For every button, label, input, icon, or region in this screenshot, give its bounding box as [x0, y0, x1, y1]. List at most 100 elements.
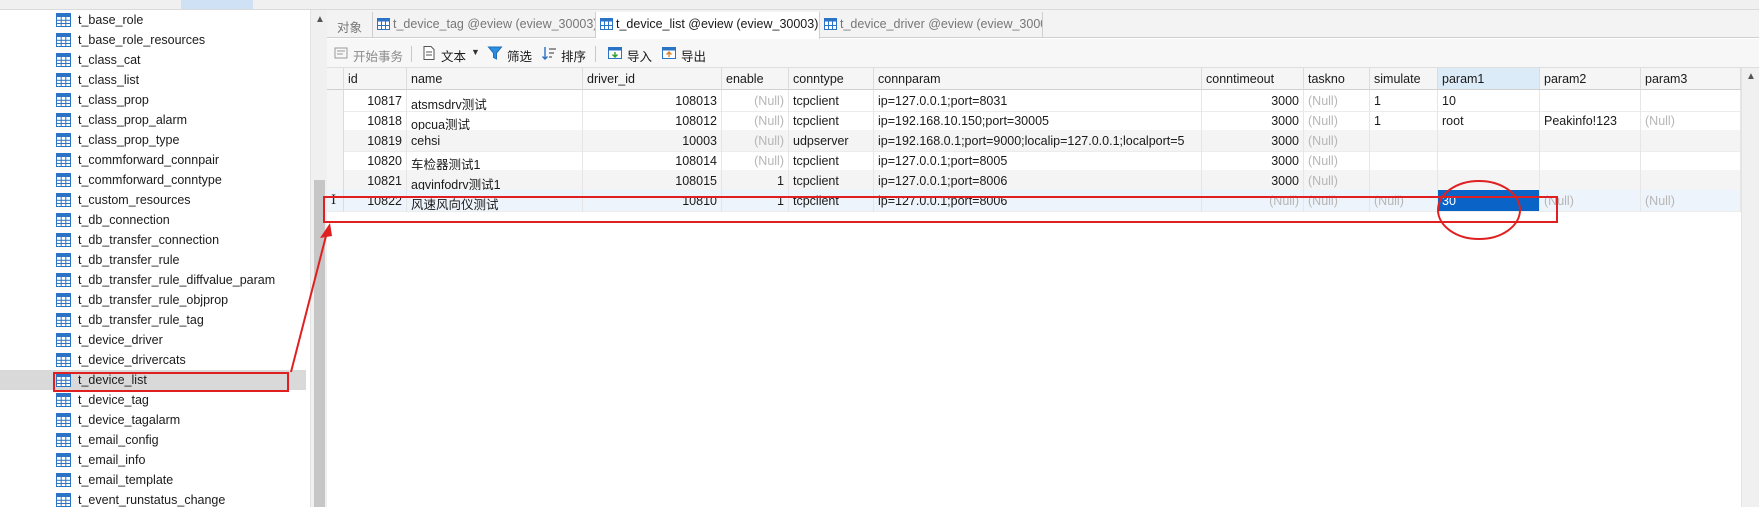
cell-enable[interactable]: 1 [722, 190, 789, 212]
row-selector[interactable] [327, 130, 344, 152]
cell-enable[interactable]: 1 [722, 170, 789, 192]
column-header-param1[interactable]: param1 [1438, 68, 1540, 90]
row-selector[interactable] [327, 150, 344, 172]
cell-conntimeout[interactable]: 3000 [1202, 110, 1304, 132]
cell-name[interactable]: agvinfodrv测试1 [407, 170, 583, 192]
sidebar-item-t-base-role[interactable]: t_base_role [0, 10, 306, 30]
sidebar-item-t-db-transfer-rule-objprop[interactable]: t_db_transfer_rule_objprop [0, 290, 306, 310]
cell-name[interactable]: 车检器测试1 [407, 150, 583, 172]
begin-transaction-button[interactable]: 开始事务 [333, 44, 403, 64]
sidebar-item-t-class-list[interactable]: t_class_list [0, 70, 306, 90]
sidebar-item-t-event-runstatus-change[interactable]: t_event_runstatus_change [0, 490, 306, 507]
sidebar-item-t-db-connection[interactable]: t_db_connection [0, 210, 306, 230]
cell-simulate[interactable]: 1 [1370, 110, 1438, 132]
cell-id[interactable]: 10819 [344, 130, 407, 152]
cell-conntimeout[interactable]: 3000 [1202, 150, 1304, 172]
row-selector[interactable] [327, 170, 344, 192]
table-row[interactable]: 10817 atsmsdrv测试 108013 (Null) tcpclient ip=1… [327, 90, 1741, 112]
cell-connparam[interactable]: ip=192.168.0.1;port=9000;localip=127.0.0… [874, 130, 1202, 152]
cell-taskno[interactable]: (Null) [1304, 110, 1370, 132]
sidebar-item-t-device-tagalarm[interactable]: t_device_tagalarm [0, 410, 306, 430]
cell-connparam[interactable]: ip=127.0.0.1;port=8006 [874, 170, 1202, 192]
cell-param1[interactable] [1438, 170, 1540, 192]
cell-taskno[interactable]: (Null) [1304, 190, 1370, 212]
column-header-taskno[interactable]: taskno [1304, 68, 1370, 90]
cell-id[interactable]: 10818 [344, 110, 407, 132]
cell-param3[interactable]: (Null) [1641, 110, 1741, 132]
column-header-param3[interactable]: param3 [1641, 68, 1741, 90]
row-selector[interactable] [327, 110, 344, 132]
sort-button[interactable]: 排序 [541, 44, 589, 64]
cell-conntype[interactable]: tcpclient [789, 190, 874, 212]
sidebar-item-t-class-prop-alarm[interactable]: t_class_prop_alarm [0, 110, 306, 130]
cell-connparam[interactable]: ip=192.168.10.150;port=30005 [874, 110, 1202, 132]
cell-conntype[interactable]: udpserver [789, 130, 874, 152]
cell-driver_id[interactable]: 108015 [583, 170, 722, 192]
cell-param2[interactable] [1540, 90, 1641, 112]
cell-driver_id[interactable]: 10810 [583, 190, 722, 212]
cell-taskno[interactable]: (Null) [1304, 150, 1370, 172]
cell-conntype[interactable]: tcpclient [789, 150, 874, 172]
cell-enable[interactable]: (Null) [722, 130, 789, 152]
row-selector[interactable]: I [327, 190, 344, 212]
row-selector[interactable] [327, 90, 344, 112]
column-header-enable[interactable]: enable [722, 68, 789, 90]
column-header-conntimeout[interactable]: conntimeout [1202, 68, 1304, 90]
tab-t-device-tag[interactable]: t_device_tag @eview (eview_30003) -... [373, 12, 596, 38]
grid-vertical-scrollbar[interactable]: ▲ [1741, 68, 1759, 507]
table-row[interactable]: I 10822 风速风向仪测试 10810 1 tcpclient ip=127.0.0.1… [327, 190, 1741, 212]
cell-conntype[interactable]: tcpclient [789, 110, 874, 132]
column-header-param2[interactable]: param2 [1540, 68, 1641, 90]
cell-param1[interactable]: root [1438, 110, 1540, 132]
sidebar-item-t-device-drivercats[interactable]: t_device_drivercats [0, 350, 306, 370]
cell-param3[interactable] [1641, 130, 1741, 152]
sidebar-item-t-device-driver[interactable]: t_device_driver [0, 330, 306, 350]
cell-taskno[interactable]: (Null) [1304, 90, 1370, 112]
column-header-name[interactable]: name [407, 68, 583, 90]
import-button[interactable]: 导入 [607, 44, 653, 64]
cell-id[interactable]: 10817 [344, 90, 407, 112]
column-header-id[interactable]: id [344, 68, 407, 90]
cell-param2[interactable]: Peakinfo!123 [1540, 110, 1641, 132]
sidebar-item-t-class-cat[interactable]: t_class_cat [0, 50, 306, 70]
cell-param1[interactable] [1438, 130, 1540, 152]
cell-connparam[interactable]: ip=127.0.0.1;port=8006 [874, 190, 1202, 212]
sidebar-item-t-email-template[interactable]: t_email_template [0, 470, 306, 490]
cell-simulate[interactable] [1370, 130, 1438, 152]
cell-param3[interactable]: (Null) [1641, 190, 1741, 212]
cell-driver_id[interactable]: 10003 [583, 130, 722, 152]
sidebar-item-t-db-transfer-rule-diffvalue-param[interactable]: t_db_transfer_rule_diffvalue_param [0, 270, 306, 290]
sidebar-item-t-custom-resources[interactable]: t_custom_resources [0, 190, 306, 210]
cell-taskno[interactable]: (Null) [1304, 170, 1370, 192]
cell-simulate[interactable]: (Null) [1370, 190, 1438, 212]
table-row[interactable]: 10821 agvinfodrv测试1 108015 1 tcpclient ip=127… [327, 170, 1741, 192]
cell-param1[interactable]: 10 [1438, 90, 1540, 112]
cell-id[interactable]: 10820 [344, 150, 407, 172]
table-row[interactable]: 10820 车检器测试1 108014 (Null) tcpclient ip=127.0… [327, 150, 1741, 172]
grid-corner-cell[interactable] [327, 68, 344, 90]
text-view-button[interactable]: 文本 ▼ [421, 44, 481, 64]
cell-param3[interactable] [1641, 170, 1741, 192]
scroll-up-arrow-icon[interactable]: ▲ [1746, 71, 1756, 82]
cell-name[interactable]: 风速风向仪测试 [407, 190, 583, 212]
sidebar-item-t-db-transfer-rule-tag[interactable]: t_db_transfer_rule_tag [0, 310, 306, 330]
tab-t-device-driver[interactable]: t_device_driver @eview (eview_30003... [820, 12, 1043, 38]
table-row[interactable]: 10818 opcua测试 108012 (Null) tcpclient ip=192.… [327, 110, 1741, 132]
cell-param1[interactable] [1438, 150, 1540, 172]
sidebar-item-t-commforward-connpair[interactable]: t_commforward_connpair [0, 150, 306, 170]
sidebar-item-t-device-tag[interactable]: t_device_tag [0, 390, 306, 410]
sidebar-item-t-db-transfer-rule[interactable]: t_db_transfer_rule [0, 250, 306, 270]
cell-conntype[interactable]: tcpclient [789, 170, 874, 192]
cell-simulate[interactable]: 1 [1370, 90, 1438, 112]
cell-param2[interactable] [1540, 150, 1641, 172]
filter-button[interactable]: 筛选 [487, 44, 535, 64]
export-button[interactable]: 导出 [661, 44, 707, 64]
cell-name[interactable]: atsmsdrv测试 [407, 90, 583, 112]
cell-param2[interactable]: (Null) [1540, 190, 1641, 212]
cell-param2[interactable] [1540, 130, 1641, 152]
cell-taskno[interactable]: (Null) [1304, 130, 1370, 152]
cell-id[interactable]: 10821 [344, 170, 407, 192]
sidebar-item-t-class-prop-type[interactable]: t_class_prop_type [0, 130, 306, 150]
sidebar-item-t-base-role-resources[interactable]: t_base_role_resources [0, 30, 306, 50]
cell-simulate[interactable] [1370, 150, 1438, 172]
